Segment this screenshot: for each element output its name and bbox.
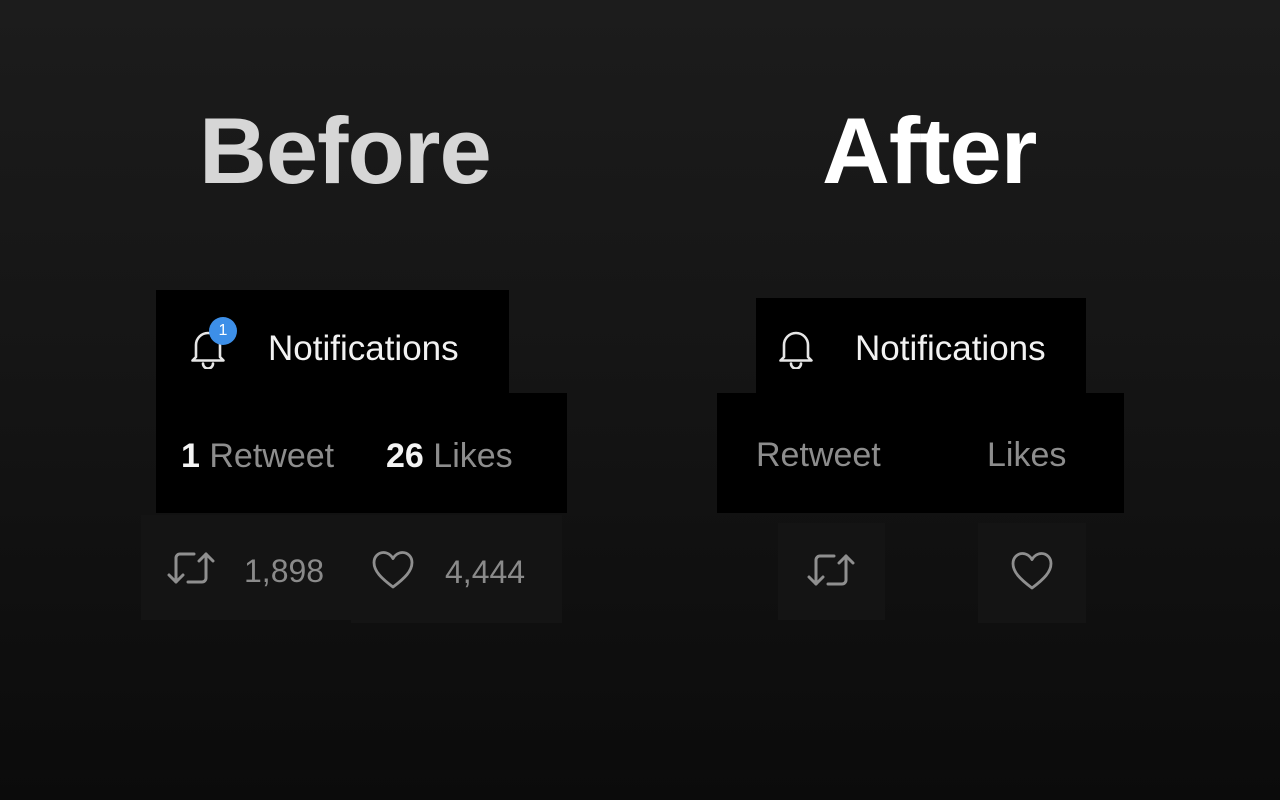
like-action-count: 4,444: [445, 554, 526, 590]
notifications-label: Notifications: [268, 329, 459, 368]
retweet-label[interactable]: Retweet: [756, 438, 881, 472]
after-notifications-tab[interactable]: Notifications: [756, 298, 1086, 394]
after-like-button[interactable]: [978, 523, 1086, 623]
after-heading: After: [822, 98, 1037, 203]
before-stats-row: 1 Retweet 26 Likes: [156, 393, 567, 513]
heart-icon: [1010, 551, 1054, 591]
before-like-button[interactable]: 4,444: [351, 515, 562, 623]
before-notifications-tab[interactable]: 1 Notifications: [156, 290, 509, 394]
likes-label[interactable]: Likes: [987, 438, 1066, 472]
likes-stat-link[interactable]: 26 Likes: [386, 439, 513, 473]
retweet-action-count: 1,898: [244, 553, 325, 589]
likes-label: Likes: [433, 437, 513, 475]
notification-badge: 1: [209, 317, 237, 345]
after-retweet-button[interactable]: [778, 523, 885, 620]
retweet-count: 1: [181, 437, 200, 475]
heart-icon: [371, 550, 415, 590]
likes-count: 26: [386, 437, 424, 475]
retweets-stat-link[interactable]: 1 Retweet: [181, 439, 334, 473]
after-stats-row: Retweet Likes: [717, 393, 1124, 513]
retweet-icon: [167, 549, 215, 587]
before-retweet-button[interactable]: 1,898: [141, 515, 351, 620]
retweet-icon: [807, 551, 855, 589]
notifications-label: Notifications: [855, 329, 1046, 368]
before-heading: Before: [199, 98, 492, 203]
retweet-label: Retweet: [209, 437, 335, 475]
bell-icon: [776, 327, 816, 369]
